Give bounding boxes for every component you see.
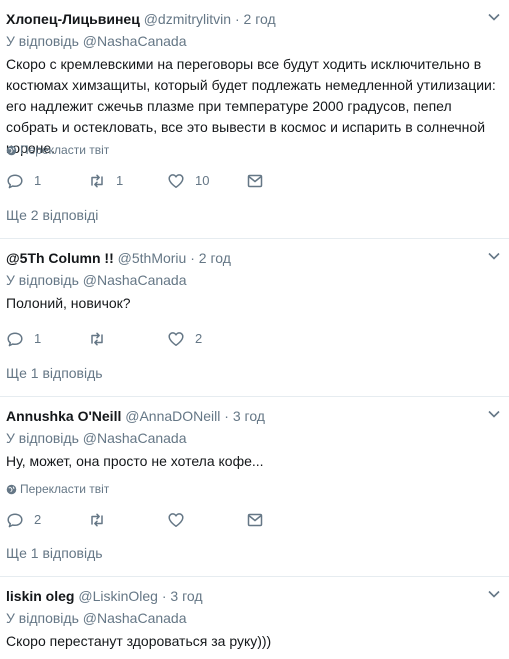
- reply-count: 2: [34, 512, 42, 527]
- reply-icon: [7, 513, 23, 528]
- retweet-icon: [91, 174, 103, 188]
- heart-icon: [168, 174, 184, 188]
- show-more-replies-link[interactable]: Ще 1 відповідь: [6, 544, 103, 562]
- retweet-button[interactable]: [88, 510, 116, 530]
- separator-dot: ·: [190, 250, 195, 266]
- reply-to-mention[interactable]: @NashaCanada: [83, 33, 187, 49]
- retweet-count: 1: [116, 173, 124, 188]
- reply-button[interactable]: 1: [6, 329, 41, 349]
- show-more-replies-link[interactable]: Ще 2 відповіді: [6, 206, 98, 224]
- tweet-header: Хлопец-Лицьвинец @dzmitrylitvin · 2 год: [6, 10, 276, 28]
- author-name[interactable]: Annushka O'Neill: [6, 408, 121, 424]
- tweet-header: @5Th Column !! @5thMoriu · 2 год: [6, 249, 231, 267]
- like-button[interactable]: [167, 510, 195, 530]
- tweet-time[interactable]: 2 год: [244, 11, 276, 27]
- reply-to-prefix: У відповідь: [6, 33, 79, 49]
- tweet[interactable]: @5Th Column !! @5thMoriu · 2 год У відпо…: [0, 239, 509, 397]
- like-button[interactable]: 10: [167, 171, 209, 191]
- reply-to-mention[interactable]: @NashaCanada: [83, 610, 187, 626]
- separator-dot: ·: [234, 11, 240, 27]
- author-name[interactable]: Хлопец-Лицьвинец: [6, 11, 140, 27]
- reply-to: У відповідь @NashaCanada: [6, 429, 187, 447]
- chevron-down-icon[interactable]: [487, 249, 501, 263]
- author-handle[interactable]: @AnnaDONeill: [125, 408, 220, 424]
- globe-icon: [6, 484, 17, 495]
- chevron-down-icon[interactable]: [487, 10, 501, 24]
- tweet-header: liskin oleg @LiskinOleg · 3 год: [6, 587, 203, 605]
- reply-button[interactable]: 2: [6, 510, 41, 530]
- reply-to-prefix: У відповідь: [6, 430, 79, 446]
- tweet-time[interactable]: 2 год: [199, 250, 231, 266]
- heart-icon: [168, 513, 184, 527]
- translate-label: Перекласти твіт: [20, 482, 110, 496]
- tweet[interactable]: Annushka O'Neill @AnnaDONeill · 3 год У …: [0, 397, 509, 577]
- reply-to-mention[interactable]: @NashaCanada: [83, 272, 187, 288]
- envelope-icon: [247, 513, 263, 527]
- author-handle[interactable]: @5thMoriu: [118, 250, 187, 266]
- reply-icon: [7, 174, 23, 189]
- tweet-time[interactable]: 3 год: [233, 408, 265, 424]
- retweet-icon: [91, 332, 103, 346]
- reply-to-mention[interactable]: @NashaCanada: [83, 430, 187, 446]
- reply-to: У відповідь @NashaCanada: [6, 609, 187, 627]
- reply-to: У відповідь @NashaCanada: [6, 32, 187, 50]
- direct-message-button[interactable]: [246, 510, 264, 530]
- author-handle[interactable]: @LiskinOleg: [78, 588, 158, 604]
- heart-icon: [168, 332, 184, 346]
- retweet-icon: [91, 513, 103, 527]
- chevron-down-icon[interactable]: [487, 407, 501, 421]
- translate-tweet-link[interactable]: Перекласти твіт: [6, 482, 109, 496]
- translate-label: Перекласти твіт: [20, 143, 110, 157]
- author-name[interactable]: @5Th Column !!: [6, 250, 114, 266]
- like-button[interactable]: 2: [167, 329, 202, 349]
- tweet-actions: 2: [6, 510, 306, 530]
- author-handle[interactable]: @dzmitrylitvin: [144, 11, 231, 27]
- tweet[interactable]: liskin oleg @LiskinOleg · 3 год У відпов…: [0, 577, 509, 659]
- globe-icon: [6, 145, 17, 156]
- reply-count: 1: [34, 173, 42, 188]
- retweet-button[interactable]: 1: [88, 171, 123, 191]
- direct-message-button[interactable]: [246, 171, 264, 191]
- separator-dot: ·: [224, 408, 229, 424]
- chevron-down-icon[interactable]: [487, 587, 501, 601]
- tweet-text: Ну, может, она просто не хотела кофе...: [6, 453, 264, 469]
- reply-to: У відповідь @NashaCanada: [6, 271, 187, 289]
- reply-icon: [7, 332, 23, 347]
- show-more-replies-link[interactable]: Ще 1 відповідь: [6, 364, 103, 382]
- envelope-icon: [247, 174, 263, 188]
- tweet-actions: 1 1 10: [6, 171, 306, 191]
- translate-tweet-link[interactable]: Перекласти твіт: [6, 143, 109, 157]
- reply-to-prefix: У відповідь: [6, 272, 79, 288]
- reply-to-prefix: У відповідь: [6, 610, 79, 626]
- tweet-header: Annushka O'Neill @AnnaDONeill · 3 год: [6, 407, 265, 425]
- tweet-text: Полоний, новичок?: [6, 295, 131, 311]
- tweet-text: Скоро перестанут здороваться за руку))): [6, 633, 272, 649]
- tweet[interactable]: Хлопец-Лицьвинец @dzmitrylitvin · 2 год …: [0, 0, 509, 239]
- author-name[interactable]: liskin oleg: [6, 588, 74, 604]
- like-count: 2: [195, 331, 203, 346]
- tweet-actions: 1 2: [6, 329, 306, 349]
- reply-count: 1: [34, 331, 42, 346]
- like-count: 10: [195, 173, 210, 188]
- separator-dot: ·: [161, 588, 167, 604]
- retweet-button[interactable]: [88, 329, 116, 349]
- tweet-time[interactable]: 3 год: [170, 588, 202, 604]
- reply-button[interactable]: 1: [6, 171, 41, 191]
